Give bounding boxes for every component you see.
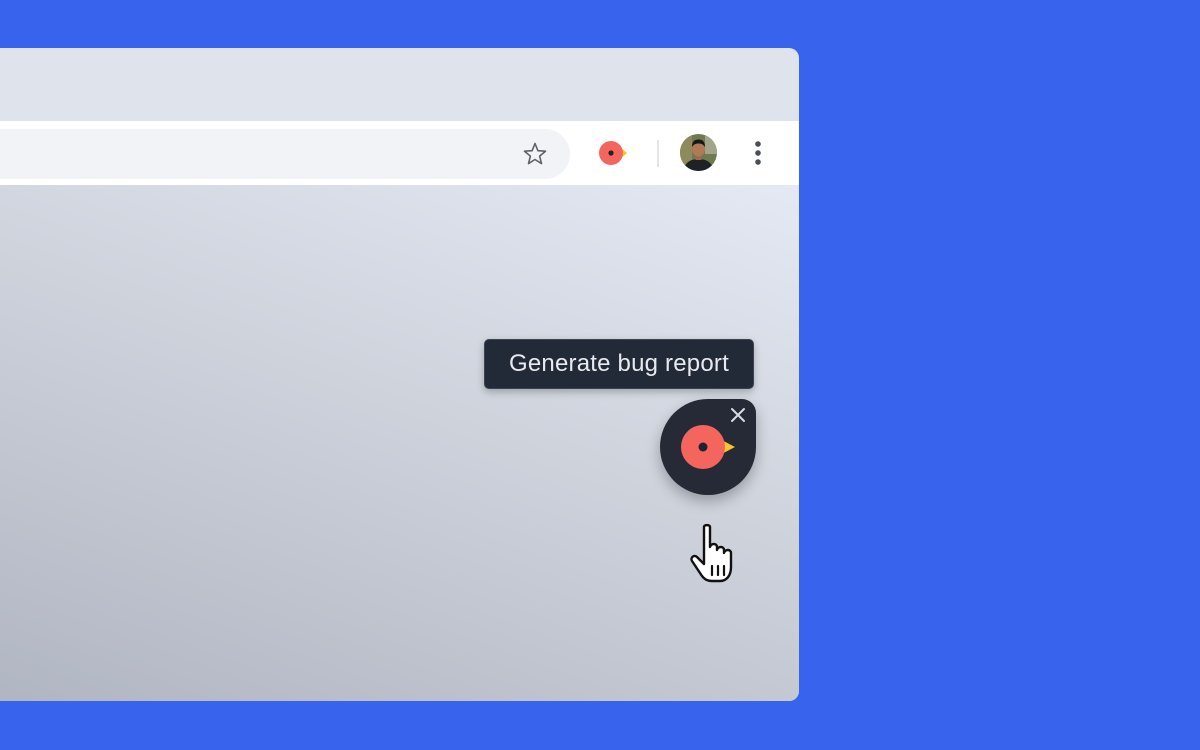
browser-window: Generate bug report: [0, 48, 799, 701]
avatar-image: [680, 134, 717, 171]
page-content: Generate bug report: [0, 185, 799, 701]
browser-toolbar: [0, 121, 799, 185]
browser-menu-button[interactable]: [746, 137, 770, 169]
profile-avatar[interactable]: [680, 134, 717, 171]
hand-pointer-icon: [690, 523, 733, 583]
star-outline-icon: [523, 142, 547, 165]
generate-bug-report-tooltip: Generate bug report: [484, 339, 754, 389]
toolbar-divider: [657, 140, 659, 167]
bug-report-logo-icon: [599, 141, 627, 165]
close-floating-button[interactable]: [728, 405, 748, 425]
bookmark-star-button[interactable]: [522, 141, 548, 167]
bug-report-floating-button[interactable]: [660, 399, 756, 495]
kebab-menu-icon: [755, 141, 761, 165]
close-icon: [731, 408, 745, 422]
bug-report-logo-icon: [681, 425, 735, 469]
bug-report-extension-button[interactable]: [597, 138, 631, 168]
address-bar[interactable]: [0, 129, 570, 179]
